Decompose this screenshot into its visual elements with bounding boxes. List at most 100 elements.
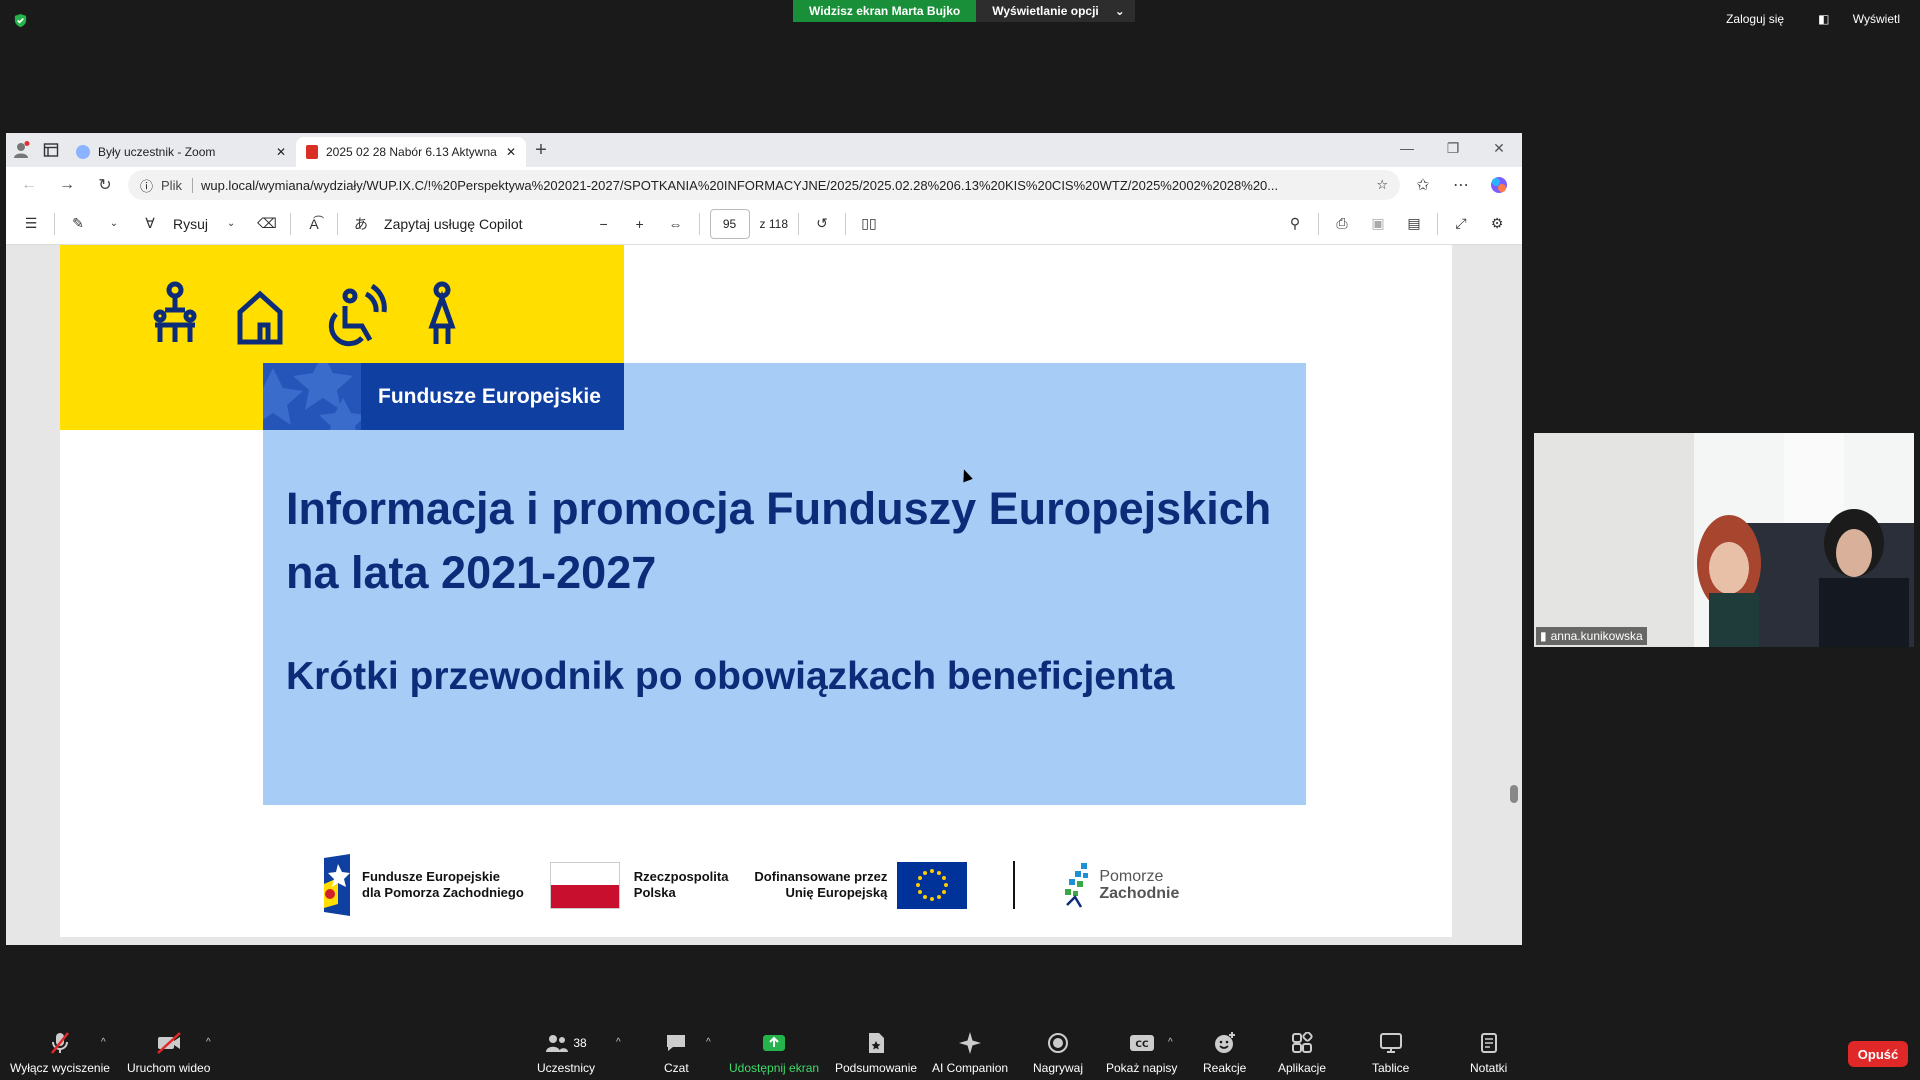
read-aloud-icon[interactable]: A͡ [301, 211, 327, 237]
url-field[interactable]: ⓘ Plik wup.local/wymiana/wydziały/WUP.IX… [128, 170, 1400, 200]
whiteboards-button[interactable]: Tablice [1372, 1031, 1409, 1075]
url-text: wup.local/wymiana/wydziały/WUP.IX.C/!%20… [200, 177, 1279, 193]
page-number-input[interactable]: 95 [709, 208, 750, 239]
audio-options-caret-icon[interactable]: ^ [101, 1037, 106, 1048]
ai-companion-button[interactable]: AI Companion [932, 1031, 1008, 1075]
fullscreen-icon[interactable]: ⤢ [1448, 211, 1474, 237]
captions-caret-icon[interactable]: ^ [1168, 1037, 1173, 1048]
info-icon[interactable]: ⓘ [140, 176, 153, 195]
captions-button[interactable]: CC Pokaż napisy [1106, 1031, 1177, 1075]
forward-icon[interactable]: → [52, 170, 82, 200]
draw-label[interactable]: Rysuj [173, 216, 208, 232]
copilot-icon[interactable] [1484, 170, 1514, 200]
chevron-down-icon[interactable]: ⌄ [218, 211, 244, 237]
rp-logo: Rzeczpospolita Polska [549, 861, 729, 909]
summary-button[interactable]: Podsumowanie [835, 1031, 917, 1075]
save-icon[interactable]: ▣ [1365, 211, 1391, 237]
pdf-viewer[interactable]: Fundusze Europejskie Informacja i promoc… [6, 245, 1522, 945]
zoom-favicon-icon [76, 145, 90, 159]
participant-name-tag: ▮ anna.kunikowska [1536, 627, 1647, 645]
tab-actions-icon[interactable] [36, 135, 66, 165]
chat-label: Czat [664, 1061, 689, 1075]
zoom-in-icon[interactable]: + [627, 211, 653, 237]
rotate-icon[interactable]: ↺ [809, 211, 835, 237]
viewer-scrollbar[interactable] [1510, 245, 1518, 945]
chat-button[interactable]: Czat [664, 1031, 689, 1075]
highlight-icon[interactable]: ✎ [65, 211, 91, 237]
reactions-button[interactable]: Reakcje [1203, 1031, 1246, 1075]
rp-logo-text: Rzeczpospolita Polska [634, 869, 729, 901]
view-button[interactable]: ◧ Wyświetl [1798, 8, 1920, 30]
zoom-toolbar: Wyłącz wyciszenie ^ Uruchom wideo ^ 38 U… [0, 1015, 1920, 1080]
apps-button[interactable]: Aplikacje [1278, 1031, 1326, 1075]
fit-width-icon[interactable]: ⇔ [663, 211, 689, 237]
restore-icon[interactable]: ❐ [1430, 133, 1476, 163]
summary-label: Podsumowanie [835, 1061, 918, 1075]
profile-icon[interactable] [6, 135, 36, 165]
slide-title-line2: na lata 2021-2027 [286, 547, 657, 598]
participant-video-tile[interactable]: ▮ anna.kunikowska [1534, 433, 1914, 647]
draw-icon[interactable]: ∀ [137, 211, 163, 237]
eu-logo-text: Dofinansowane przez Unię Europejską [754, 869, 887, 901]
minimize-icon[interactable]: — [1384, 133, 1430, 163]
unmute-label: Wyłącz wyciszenie [10, 1061, 110, 1075]
view-options-button[interactable]: Wyświetlanie opcji ⌄ [976, 0, 1135, 22]
tab-title: Były uczestnik - Zoom [98, 145, 216, 159]
print-icon[interactable]: ⎙ [1329, 211, 1355, 237]
record-button[interactable]: Nagrywaj [1033, 1031, 1083, 1075]
translate-icon[interactable]: あ [348, 211, 374, 237]
reactions-label: Reakcje [1203, 1061, 1247, 1075]
pomorze-zachodnie-logo: Pomorze Zachodnie [1061, 861, 1179, 909]
chevron-down-icon[interactable]: ⌄ [101, 211, 127, 237]
fe-logo-line2: dla Pomorza Zachodniego [362, 885, 524, 900]
star-icon[interactable]: ☆ [1376, 177, 1388, 193]
participant-video-frame [1534, 433, 1914, 647]
close-window-icon[interactable]: ✕ [1476, 133, 1522, 163]
sign-in-button[interactable]: Zaloguj się [1716, 8, 1794, 30]
browser-window: Były uczestnik - Zoom ✕ 2025 02 28 Nabór… [6, 133, 1522, 945]
search-icon[interactable]: ⚲ [1282, 211, 1308, 237]
share-banner: Widzisz ekran Marta Bujko Wyświetlanie o… [793, 0, 1135, 22]
notes-icon [1479, 1031, 1499, 1055]
settings-icon[interactable]: ⚙ [1484, 211, 1510, 237]
copilot-ask-button[interactable]: Zapytaj usługę Copilot [384, 216, 523, 232]
eraser-icon[interactable]: ⌫ [254, 211, 280, 237]
eu-flag-icon [897, 861, 968, 909]
slide-subtitle: Krótki przewodnik po obowiązkach benefic… [286, 655, 1175, 698]
start-video-label: Uruchom wideo [127, 1061, 211, 1075]
unmute-button[interactable]: Wyłącz wyciszenie [10, 1031, 110, 1075]
notes-button[interactable]: Notatki [1470, 1031, 1507, 1075]
favorites-icon[interactable]: ✩ [1408, 170, 1438, 200]
whiteboard-icon [1379, 1031, 1403, 1055]
share-screen-label: Udostępnij ekran [729, 1061, 820, 1075]
zoom-out-icon[interactable]: − [591, 211, 617, 237]
participants-caret-icon[interactable]: ^ [616, 1037, 621, 1048]
eu-logo-line1: Dofinansowane przez [754, 869, 888, 884]
share-screen-button[interactable]: Udostępnij ekran [729, 1031, 819, 1075]
start-video-button[interactable]: Uruchom wideo [127, 1031, 210, 1075]
contents-icon[interactable]: ☰ [18, 211, 44, 237]
close-icon[interactable]: ✕ [276, 145, 286, 159]
new-tab-icon[interactable]: + [526, 135, 556, 165]
more-icon[interactable]: ⋯ [1446, 170, 1476, 200]
page-view-icon[interactable]: ▯▯ [856, 211, 882, 237]
tab-zoom[interactable]: Były uczestnik - Zoom ✕ [66, 137, 296, 167]
scrollbar-thumb[interactable] [1510, 785, 1518, 803]
save-as-icon[interactable]: ▤ [1401, 211, 1427, 237]
participants-button[interactable]: 38 Uczestnicy [537, 1031, 595, 1075]
security-shield-icon[interactable] [13, 13, 28, 28]
address-bar-row: ← → ↻ ⓘ Plik wup.local/wymiana/wydziały/… [6, 167, 1522, 203]
participants-label: Uczestnicy [537, 1061, 596, 1075]
tab-pdf[interactable]: 2025 02 28 Nabór 6.13 Aktywna i ✕ [296, 137, 526, 167]
reload-icon[interactable]: ↻ [90, 170, 120, 200]
participant-name: anna.kunikowska [1550, 629, 1643, 643]
leave-button[interactable]: Opuść [1848, 1041, 1908, 1067]
chat-caret-icon[interactable]: ^ [706, 1037, 711, 1048]
reactions-icon [1213, 1031, 1237, 1055]
close-icon[interactable]: ✕ [506, 145, 516, 159]
fe-logo-icon [324, 854, 350, 916]
back-icon[interactable]: ← [14, 170, 44, 200]
video-options-caret-icon[interactable]: ^ [206, 1037, 211, 1048]
pdf-page: Fundusze Europejskie Informacja i promoc… [60, 245, 1452, 937]
svg-text:CC: CC [1135, 1040, 1149, 1050]
